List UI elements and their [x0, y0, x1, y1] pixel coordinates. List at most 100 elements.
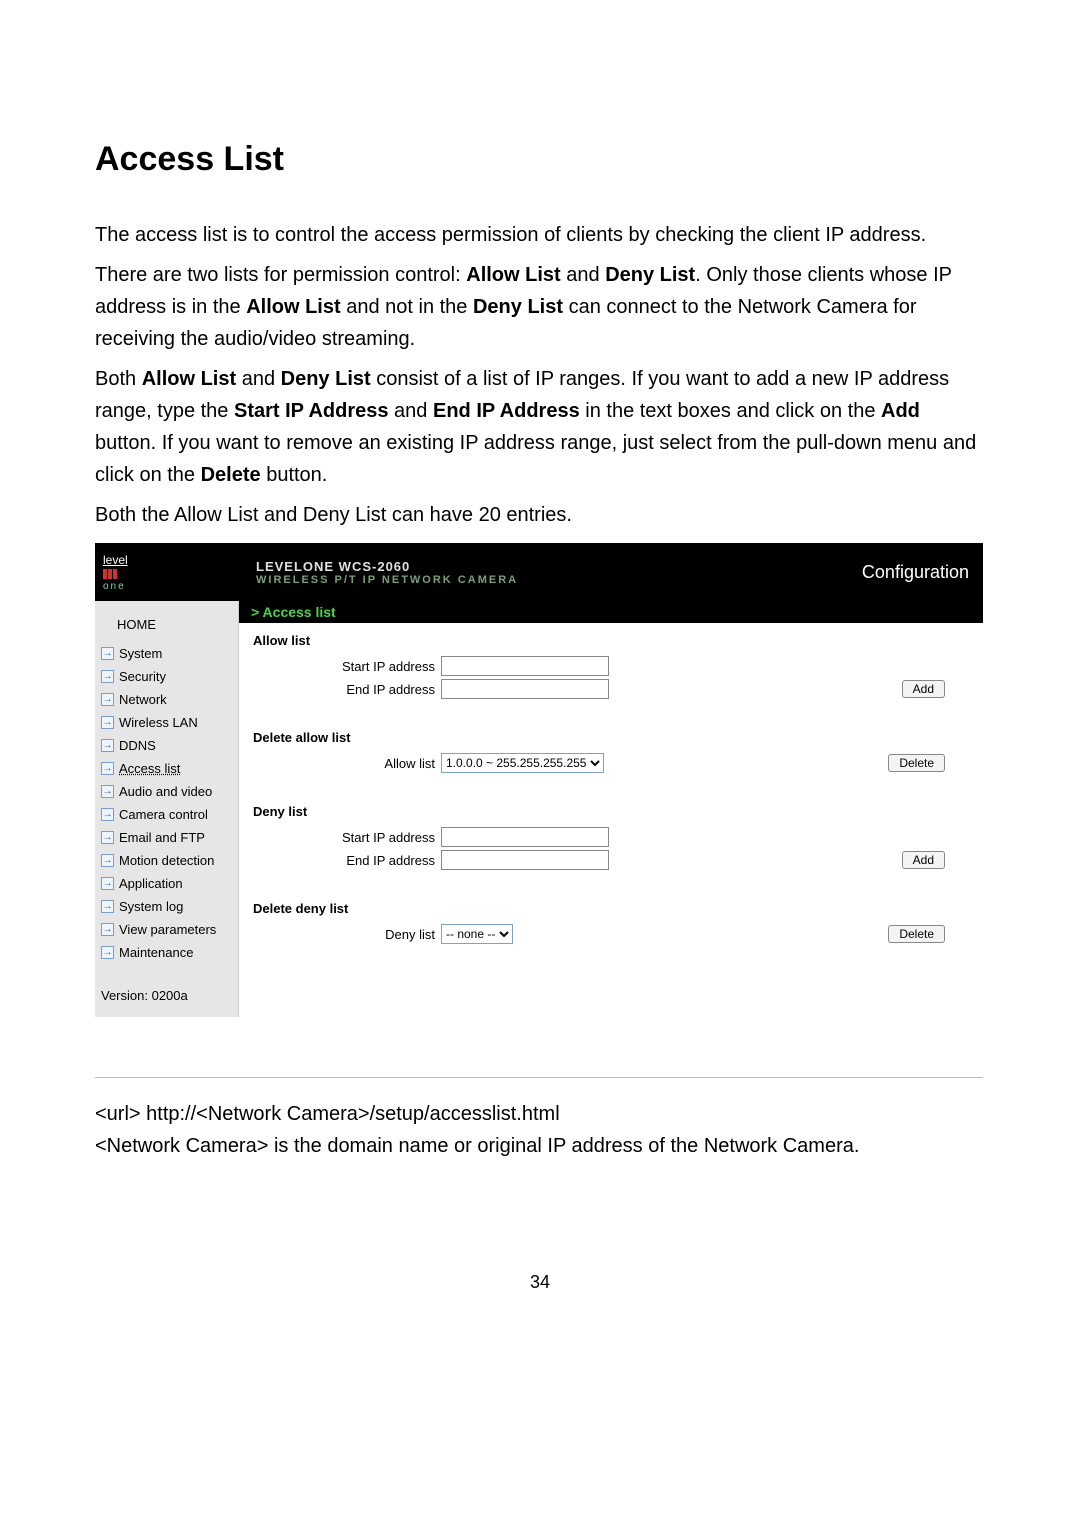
- start-ip-label: Start IP address: [253, 830, 441, 845]
- sidebar-item-label: Audio and video: [119, 784, 212, 799]
- text-bold: Allow List: [142, 368, 236, 390]
- sidebar-item-access-list[interactable]: → Access list: [95, 757, 238, 780]
- section-heading-allow: Allow list: [253, 633, 969, 648]
- text: button.: [261, 464, 328, 486]
- deny-add-button[interactable]: Add: [902, 851, 945, 869]
- allow-list-select[interactable]: 1.0.0.0 ~ 255.255.255.255: [441, 753, 604, 773]
- text-bold: Add: [881, 400, 920, 422]
- arrow-icon: →: [101, 854, 114, 867]
- text-bold: Deny List: [473, 296, 563, 318]
- deny-end-ip-input[interactable]: [441, 850, 609, 870]
- footer-text: <url> http://<Network Camera>/setup/acce…: [95, 1098, 985, 1130]
- sidebar-item-application[interactable]: → Application: [95, 872, 238, 895]
- text-bold: Deny List: [281, 368, 371, 390]
- breadcrumb: > Access list: [239, 601, 983, 623]
- arrow-icon: →: [101, 693, 114, 706]
- arrow-icon: →: [101, 785, 114, 798]
- sidebar-item-label: System log: [119, 899, 183, 914]
- arrow-icon: →: [101, 877, 114, 890]
- text: Both: [95, 368, 142, 390]
- main-panel: > Access list Allow list Start IP addres…: [238, 601, 983, 1017]
- end-ip-label: End IP address: [253, 853, 441, 868]
- paragraph: The access list is to control the access…: [95, 219, 985, 251]
- allow-add-button[interactable]: Add: [902, 680, 945, 698]
- sidebar-item-network[interactable]: → Network: [95, 688, 238, 711]
- text: There are two lists for permission contr…: [95, 264, 466, 286]
- arrow-icon: →: [101, 762, 114, 775]
- sidebar-item-system-log[interactable]: → System log: [95, 895, 238, 918]
- header-bar: level one LEVELONE WCS-2060 WIRELESS P/T…: [95, 543, 983, 601]
- arrow-icon: →: [101, 716, 114, 729]
- page-title: Access List: [95, 140, 985, 179]
- sidebar-item-email-ftp[interactable]: → Email and FTP: [95, 826, 238, 849]
- text-bold: Allow List: [466, 264, 560, 286]
- deny-delete-button[interactable]: Delete: [888, 925, 945, 943]
- product-subtitle: WIRELESS P/T IP NETWORK CAMERA: [256, 574, 862, 586]
- page-number: 34: [95, 1272, 985, 1293]
- sidebar-item-label: Email and FTP: [119, 830, 205, 845]
- sidebar-item-audio-video[interactable]: → Audio and video: [95, 780, 238, 803]
- sidebar-item-camera-control[interactable]: → Camera control: [95, 803, 238, 826]
- section-heading-delete-allow: Delete allow list: [253, 730, 969, 745]
- arrow-icon: →: [101, 670, 114, 683]
- section-heading-deny: Deny list: [253, 804, 969, 819]
- text-bold: Deny List: [605, 264, 695, 286]
- sidebar-item-home[interactable]: HOME: [95, 611, 238, 642]
- allow-start-ip-input[interactable]: [441, 656, 609, 676]
- text: and not in the: [341, 296, 473, 318]
- sidebar-item-label: System: [119, 646, 162, 661]
- sidebar-item-label: Access list: [119, 761, 180, 776]
- sidebar-item-label: Motion detection: [119, 853, 214, 868]
- paragraph: There are two lists for permission contr…: [95, 259, 985, 355]
- arrow-icon: →: [101, 831, 114, 844]
- sidebar-item-label: DDNS: [119, 738, 156, 753]
- arrow-icon: →: [101, 739, 114, 752]
- paragraph: Both Allow List and Deny List consist of…: [95, 363, 985, 491]
- end-ip-label: End IP address: [253, 682, 441, 697]
- footer-text: <Network Camera> is the domain name or o…: [95, 1130, 985, 1162]
- start-ip-label: Start IP address: [253, 659, 441, 674]
- sidebar-item-security[interactable]: → Security: [95, 665, 238, 688]
- sidebar-item-ddns[interactable]: → DDNS: [95, 734, 238, 757]
- section-heading-delete-deny: Delete deny list: [253, 901, 969, 916]
- sidebar-item-label: Security: [119, 669, 166, 684]
- text: and: [561, 264, 605, 286]
- sidebar-item-label: Application: [119, 876, 183, 891]
- arrow-icon: →: [101, 923, 114, 936]
- divider: [95, 1077, 983, 1078]
- logo: level one: [95, 543, 238, 601]
- deny-start-ip-input[interactable]: [441, 827, 609, 847]
- text-bold: Allow List: [246, 296, 340, 318]
- text-bold: End IP Address: [433, 400, 580, 422]
- product-title: LEVELONE WCS-2060: [256, 559, 862, 574]
- deny-list-select[interactable]: -- none --: [441, 924, 513, 944]
- allow-end-ip-input[interactable]: [441, 679, 609, 699]
- allow-delete-button[interactable]: Delete: [888, 754, 945, 772]
- logo-text: one: [103, 581, 126, 592]
- sidebar-item-system[interactable]: → System: [95, 642, 238, 665]
- sidebar-item-maintenance[interactable]: →Maintenance: [95, 941, 238, 964]
- paragraph: Both the Allow List and Deny List can ha…: [95, 499, 985, 531]
- version-label: Version: 0200a: [95, 964, 238, 1003]
- sidebar-item-wireless-lan[interactable]: → Wireless LAN: [95, 711, 238, 734]
- text: and: [236, 368, 280, 390]
- sidebar-nav: HOME → System → Security → Network → Wireles…: [95, 601, 238, 1017]
- arrow-icon: →: [101, 808, 114, 821]
- sidebar-item-label: Wireless LAN: [119, 715, 198, 730]
- text: and: [389, 400, 433, 422]
- arrow-icon: →: [101, 946, 114, 959]
- sidebar-item-view-parameters[interactable]: → View parameters: [95, 918, 238, 941]
- arrow-icon: →: [101, 647, 114, 660]
- sidebar-item-label: View parameters: [119, 922, 216, 937]
- arrow-icon: →: [101, 900, 114, 913]
- text-bold: Delete: [201, 464, 261, 486]
- sidebar-item-label: Camera control: [119, 807, 208, 822]
- text: in the text boxes and click on the: [580, 400, 881, 422]
- logo-text: level: [103, 553, 128, 567]
- text-bold: Start IP Address: [234, 400, 389, 422]
- sidebar-item-motion-detection[interactable]: → Motion detection: [95, 849, 238, 872]
- sidebar-item-label: Network: [119, 692, 167, 707]
- deny-list-label: Deny list: [253, 927, 441, 942]
- header-section-label: Configuration: [862, 543, 983, 601]
- allow-list-label: Allow list: [253, 756, 441, 771]
